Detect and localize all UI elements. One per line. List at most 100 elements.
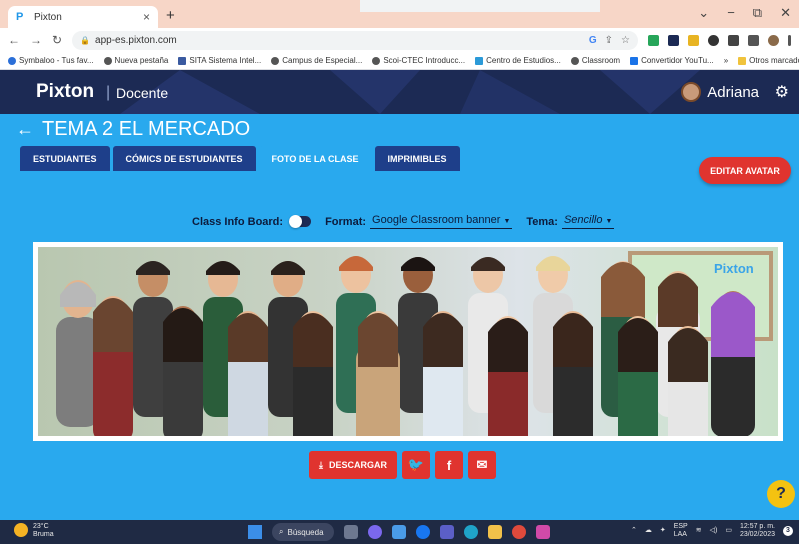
logo-separator: |	[106, 84, 111, 101]
user-name: Adriana	[707, 83, 759, 101]
more-bookmarks-icon[interactable]: »	[724, 56, 728, 65]
class-tabs: ESTUDIANTES CÓMICS DE ESTUDIANTES FOTO D…	[20, 146, 460, 171]
bookmark-item[interactable]: Classroom	[570, 56, 620, 65]
taskbar-apps: ⌕ Búsqueda	[248, 523, 550, 541]
weather-condition: Bruma	[33, 531, 54, 538]
taskbar-search-label: Búsqueda	[287, 527, 324, 537]
other-bookmarks-folder[interactable]: Otros marcadores	[738, 56, 799, 65]
weather-widget[interactable]: 23°C Bruma	[14, 523, 54, 539]
bookmark-item[interactable]: Scoi-CTEC Introducc...	[372, 56, 465, 65]
student-avatars-group	[56, 256, 755, 436]
pixton-favicon-icon: P	[16, 11, 24, 23]
user-menu[interactable]: Adriana	[681, 82, 759, 102]
close-tab-icon[interactable]: ×	[143, 10, 150, 24]
url-input[interactable]: 🔒 app-es.pixton.com G ⇪ ☆	[72, 30, 638, 50]
windows-taskbar: 23°C Bruma ⌕ Búsqueda ⌃ ☁ ✦ ESP LAA ≋ ◁)…	[0, 520, 799, 544]
format-label: Format:	[325, 215, 367, 228]
cloud-icon[interactable]: ☁	[645, 527, 652, 535]
tab-estudiantes[interactable]: ESTUDIANTES	[20, 146, 110, 171]
menu-kebab-icon[interactable]	[788, 34, 791, 46]
theme-select[interactable]: Sencillo ▼	[561, 214, 615, 229]
bookmark-item[interactable]: Centro de Estudios...	[475, 56, 561, 65]
reload-icon[interactable]: ↻	[52, 33, 62, 47]
page-title: TEMA 2 EL MERCADO	[42, 118, 251, 140]
forward-icon[interactable]: →	[30, 33, 42, 47]
facebook-share-button[interactable]: f	[435, 451, 463, 479]
volume-icon[interactable]: ◁)	[710, 527, 718, 535]
address-bar: ← → ↻ 🔒 app-es.pixton.com G ⇪ ☆	[0, 28, 799, 52]
chevron-down-icon: ▼	[503, 218, 511, 225]
extensions	[648, 34, 791, 46]
chat-icon[interactable]	[368, 525, 382, 539]
new-tab-icon[interactable]: +	[166, 7, 175, 24]
extension-icon[interactable]	[708, 34, 719, 46]
tab-search-icon[interactable]: ⌄	[698, 5, 709, 21]
teams-icon[interactable]	[440, 525, 454, 539]
file-explorer-icon[interactable]	[488, 525, 502, 539]
page-title-row: ← TEMA 2 EL MERCADO	[16, 118, 250, 141]
url-text: app-es.pixton.com	[95, 34, 177, 46]
language-indicator[interactable]: ESP LAA	[674, 523, 688, 539]
side-panel-icon[interactable]	[748, 34, 759, 46]
twitter-share-button[interactable]: 🐦	[402, 451, 430, 479]
tray-app-icon[interactable]: ✦	[660, 527, 666, 535]
photo-options: Class Info Board: Format: Google Classro…	[192, 214, 628, 229]
minimize-icon[interactable]: −	[727, 5, 735, 21]
tab-foto-de-la-clase[interactable]: FOTO DE LA CLASE	[258, 146, 372, 171]
twitter-icon: 🐦	[407, 457, 425, 472]
tab-comics-de-estudiantes[interactable]: CÓMICS DE ESTUDIANTES	[112, 146, 256, 171]
windows-start-icon[interactable]	[248, 525, 262, 539]
bookmark-star-icon[interactable]: ☆	[621, 35, 630, 46]
theme-label: Tema:	[526, 215, 558, 228]
bookmark-item[interactable]: Campus de Especial...	[271, 56, 362, 65]
extensions-puzzle-icon[interactable]	[728, 34, 739, 46]
taskbar-search[interactable]: ⌕ Búsqueda	[272, 523, 334, 541]
bookmark-item[interactable]: Nueva pestaña	[103, 56, 168, 65]
show-hidden-icons-icon[interactable]: ⌃	[631, 527, 637, 535]
bookmark-item[interactable]: SITA Sistema Intel...	[178, 56, 261, 65]
close-window-icon[interactable]: ✕	[780, 5, 791, 21]
facebook-icon: f	[446, 457, 452, 473]
class-info-board-toggle[interactable]	[289, 215, 312, 228]
class-photo-frame: Pixton	[33, 242, 783, 441]
extension-icon[interactable]	[668, 34, 679, 46]
bookmark-item[interactable]: Convertidor YouTu...	[630, 56, 714, 65]
class-photo: Pixton	[38, 247, 778, 436]
widgets-icon[interactable]	[392, 525, 406, 539]
extension-icon[interactable]	[688, 34, 699, 46]
chrome-icon[interactable]	[512, 525, 526, 539]
tab-imprimibles[interactable]: IMPRIMIBLES	[374, 146, 460, 171]
weather-temp: 23°C	[33, 523, 49, 530]
extension-icon[interactable]	[648, 34, 659, 46]
app-header: Pixton | Docente Adriana ⚙	[0, 70, 799, 114]
weather-sun-icon	[14, 523, 28, 537]
download-button[interactable]: ⤓ DESCARGAR	[309, 451, 397, 479]
wifi-icon[interactable]: ≋	[696, 527, 702, 535]
lock-icon[interactable]: 🔒	[80, 36, 90, 45]
browser-tab-title: Pixton	[34, 11, 62, 23]
task-view-icon[interactable]	[344, 525, 358, 539]
email-share-button[interactable]: ✉	[468, 451, 496, 479]
photo-actions: ⤓ DESCARGAR 🐦 f ✉	[309, 451, 496, 479]
back-arrow-icon[interactable]: ←	[16, 119, 34, 140]
restore-icon[interactable]: ⧉	[753, 5, 762, 21]
facebook-app-icon[interactable]	[416, 525, 430, 539]
help-button[interactable]: ?	[767, 480, 795, 508]
pixton-logo[interactable]: Pixton	[36, 81, 94, 103]
browser-tab[interactable]: P Pixton ×	[8, 6, 158, 28]
notification-badge[interactable]: 3	[783, 526, 793, 536]
slack-icon[interactable]	[536, 525, 550, 539]
back-icon[interactable]: ←	[8, 33, 20, 47]
gear-icon[interactable]: ⚙	[775, 82, 789, 102]
bookmarks-bar: Symbaloo - Tus fav... Nueva pestaña SITA…	[0, 52, 799, 70]
edit-avatar-button[interactable]: EDITAR AVATAR	[699, 157, 791, 184]
battery-icon[interactable]: ▭	[725, 527, 732, 535]
google-icon[interactable]: G	[589, 35, 597, 46]
clock[interactable]: 12:57 p. m. 23/02/2023	[740, 523, 775, 539]
bookmark-item[interactable]: Symbaloo - Tus fav...	[8, 56, 94, 65]
profile-avatar-icon[interactable]	[768, 34, 779, 46]
format-select[interactable]: Google Classroom banner ▼	[370, 214, 513, 229]
edge-icon[interactable]	[464, 525, 478, 539]
avatar[interactable]	[681, 82, 702, 102]
share-icon[interactable]: ⇪	[605, 35, 613, 46]
